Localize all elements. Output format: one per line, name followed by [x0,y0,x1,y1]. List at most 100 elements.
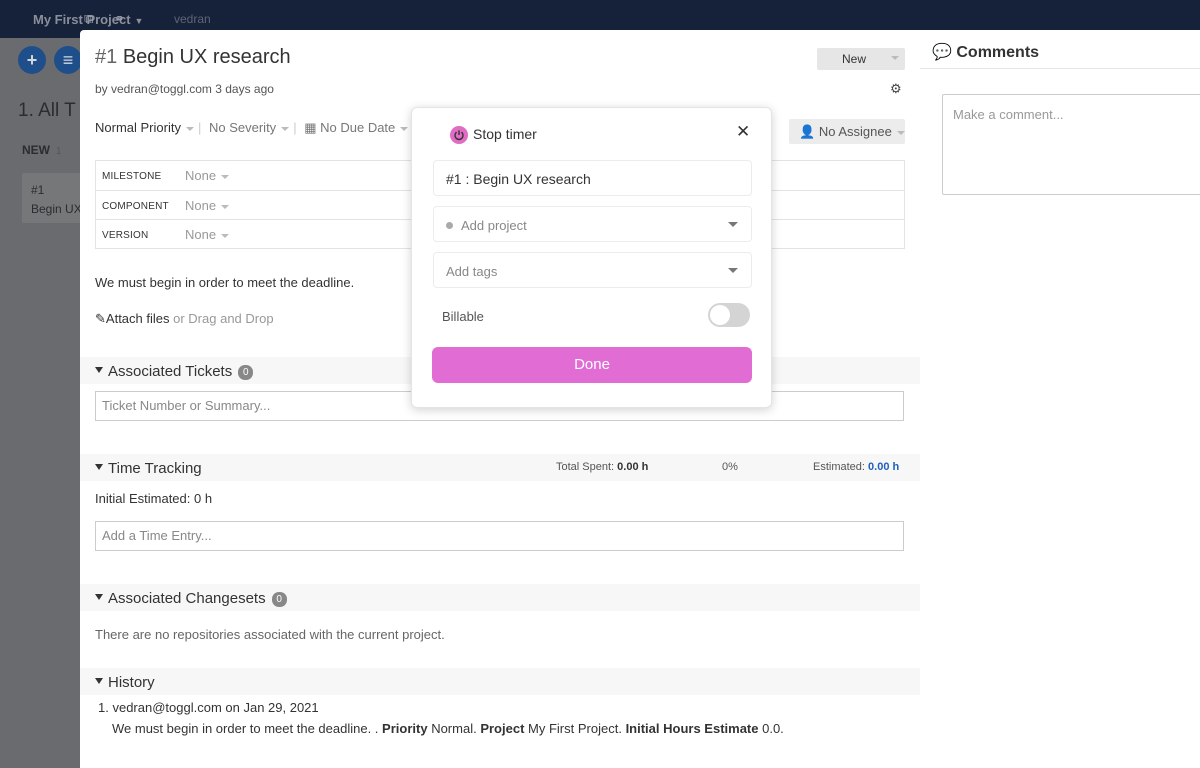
total-spent-value: 0.00 h [617,461,649,473]
project-color-dot [446,222,453,229]
attach-hint: or Drag and Drop [173,311,274,326]
initial-estimate: Initial Estimated: 0 h [95,491,213,506]
attach-files-link[interactable]: Attach files [106,311,170,326]
tags-dropdown[interactable]: Add tags [433,252,752,288]
ticket-number: #1 [95,46,118,68]
toggle-knob [710,305,730,325]
assignee-dropdown[interactable]: 👤 No Assignee [789,119,905,144]
chevron-down-icon [185,126,194,131]
project-placeholder: Add project [461,218,527,233]
popup-title[interactable]: Stop timer [473,126,537,142]
tags-placeholder: Add tags [446,264,498,279]
chevron-down-icon [400,126,409,131]
history-section[interactable]: History [80,668,920,695]
history-entry-header: 1. vedran@toggl.com on Jan 29, 2021 [98,700,319,715]
progress-percent: 0% [722,461,738,473]
board-card[interactable]: #1 Begin UX research [22,173,80,223]
meta-value-dropdown[interactable]: None [185,198,230,213]
section-title: Time Tracking [108,460,202,477]
external-link-icon[interactable]: ⧉ [84,11,93,27]
due-date-label: No Due Date [320,120,396,135]
calendar-icon: ▦ [304,120,317,135]
add-icon[interactable]: + [18,46,46,74]
meta-key: VERSION [102,230,149,241]
priority-label: Normal Priority [95,120,181,135]
project-dropdown[interactable]: Add project [433,206,752,242]
paperclip-icon: ✎ [95,311,106,326]
meta-key: COMPONENT [102,201,169,212]
billable-label: Billable [442,309,484,324]
comments-icon: 💬 [932,44,952,61]
stop-timer-icon[interactable] [450,126,468,144]
column-count: 1 [56,146,62,157]
done-button[interactable]: Done [432,347,752,383]
caret-down-icon [95,678,103,684]
column-label: NEW [22,143,50,157]
history-field-value: My First Project. [528,721,622,736]
history-field-value: 0.0. [762,721,784,736]
chevron-down-icon [221,204,230,209]
due-date-dropdown[interactable]: ▦ No Due Date [304,120,409,136]
meta-value: None [185,198,217,213]
time-entry-input[interactable]: Add a Time Entry... [95,521,904,551]
history-text: We must begin in order to meet the deadl… [112,721,379,736]
ticket-title-text[interactable]: Begin UX research [123,46,291,68]
associated-changesets-section[interactable]: Associated Changesets 0 [80,584,920,611]
ticket-title: #1 Begin UX research [95,46,291,69]
time-tracking-section[interactable]: Time Tracking Total Spent: 0.00 h 0% Est… [80,454,920,481]
history-field-label: Initial Hours Estimate [625,721,759,736]
billable-toggle[interactable] [708,303,750,327]
separator: | [197,120,202,135]
status-label: New [842,52,867,66]
divider [920,68,1200,69]
attach-files[interactable]: ✎Attach files or Drag and Drop [95,311,274,327]
caret-down-icon [95,594,103,600]
chevron-down-icon [728,268,738,273]
meta-value: None [185,168,217,183]
ticket-description[interactable]: We must begin in order to meet the deadl… [95,275,354,290]
chevron-down-icon [891,56,899,60]
link-icon[interactable]: ⚭ [114,11,125,27]
assignee-label: No Assignee [818,124,892,139]
card-number: #1 [31,183,45,197]
count-badge: 0 [238,365,254,380]
chevron-down-icon [221,174,230,179]
meta-value-dropdown[interactable]: None [185,227,230,242]
changesets-empty-message: There are no repositories associated wit… [95,627,445,642]
comments-panel: 💬 Comments Make a comment... [920,30,1200,768]
timer-popup: Stop timer ✕ #1 : Begin UX research Add … [411,107,772,408]
board-title: 1. All T [18,100,76,121]
total-spent-label: Total Spent: [556,461,615,473]
estimated: Estimated: 0.00 h [813,461,899,473]
caret-down-icon [95,367,103,373]
chevron-down-icon [896,130,905,135]
history-entry-body: We must begin in order to meet the deadl… [112,721,784,736]
chevron-down-icon [221,233,230,238]
meta-value-dropdown[interactable]: None [185,168,230,183]
ticket-properties-bar: Normal Priority | No Severity | ▦ No Due D… [95,120,409,136]
priority-dropdown[interactable]: Normal Priority [95,120,194,135]
comments-header: 💬 Comments [932,42,1039,62]
estimated-value[interactable]: 0.00 h [868,461,899,473]
meta-key: MILESTONE [102,171,162,182]
estimated-label: Estimated: [813,461,865,473]
settings-gear-icon[interactable]: ⚙ [890,81,902,97]
current-user[interactable]: vedran [174,12,211,26]
chevron-down-icon: ▼ [134,16,144,26]
total-spent: Total Spent: 0.00 h [556,461,648,473]
menu-icon[interactable]: ≡ [54,46,82,74]
status-dropdown[interactable]: New [817,48,905,70]
section-title: Associated Tickets [108,363,233,380]
separator: | [293,120,297,135]
card-title: Begin UX research [31,202,80,216]
section-title: History [108,674,155,691]
severity-dropdown[interactable]: No Severity [209,120,290,135]
comments-title: Comments [956,44,1040,61]
ticket-author-line: by vedran@toggl.com 3 days ago [95,82,274,96]
section-title: Associated Changesets [108,590,266,607]
history-field-value: Normal. [431,721,477,736]
time-entry-description-input[interactable]: #1 : Begin UX research [433,160,752,196]
close-icon[interactable]: ✕ [736,122,750,142]
board-column-header: NEW 1 [22,143,62,157]
comment-input[interactable]: Make a comment... [942,94,1200,195]
